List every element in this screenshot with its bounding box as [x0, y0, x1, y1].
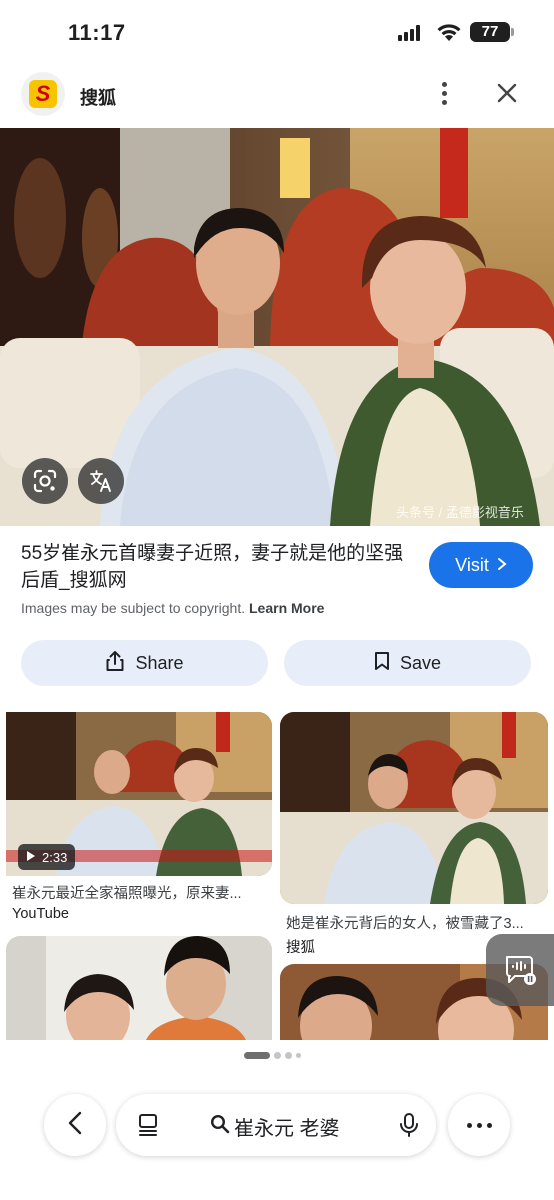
visit-label: Visit — [455, 554, 489, 575]
share-label: Share — [135, 652, 184, 673]
chevron-right-icon — [497, 555, 507, 576]
result-source[interactable]: 搜狐 — [286, 936, 315, 957]
tabs-icon[interactable] — [136, 1113, 160, 1142]
copyright-notice: Images may be subject to copyright. Lear… — [21, 600, 324, 616]
wifi-icon — [436, 22, 462, 47]
search-icon — [210, 1114, 230, 1140]
chevron-left-icon — [68, 1111, 82, 1140]
learn-more-link[interactable]: Learn More — [249, 600, 324, 616]
floating-audio-icon[interactable] — [486, 934, 554, 1006]
result-source[interactable]: YouTube — [12, 906, 69, 922]
battery-icon: 77 — [470, 22, 510, 42]
search-bar[interactable]: 崔永元 老婆 — [116, 1094, 436, 1156]
source-header: S 搜狐 — [0, 68, 554, 124]
visit-button[interactable]: Visit — [429, 542, 533, 588]
page-indicator — [244, 1052, 301, 1059]
more-options-icon[interactable] — [432, 78, 456, 108]
result-caption[interactable]: 崔永元最近全家福照曝光，原来妻... — [12, 882, 262, 903]
share-button[interactable]: Share — [21, 640, 268, 686]
related-result-thumbnail[interactable] — [280, 712, 548, 904]
microphone-icon[interactable] — [398, 1112, 420, 1143]
site-name[interactable]: 搜狐 — [80, 84, 116, 110]
status-bar: 11:17 77 — [0, 0, 554, 64]
battery-cap — [511, 28, 514, 36]
back-button[interactable] — [44, 1094, 106, 1156]
translate-icon[interactable] — [78, 458, 124, 504]
status-time: 11:17 — [68, 20, 126, 45]
image-watermark: 头条号 / 孟德影视音乐 — [396, 505, 524, 520]
close-icon[interactable] — [494, 80, 520, 111]
save-button[interactable]: Save — [284, 640, 531, 686]
video-duration-badge: 2:33 — [18, 844, 76, 870]
google-lens-icon[interactable] — [22, 458, 68, 504]
search-query-text: 崔永元 老婆 — [234, 1118, 340, 1140]
video-duration: 2:33 — [42, 849, 68, 865]
copyright-text: Images may be subject to copyright. — [21, 600, 246, 616]
play-icon — [26, 850, 36, 865]
image-title[interactable]: 55岁崔永元首曝妻子近照，妻子就是他的坚强后盾_搜狐网 — [21, 540, 411, 594]
sohu-logo-icon: S — [29, 80, 57, 108]
related-result-thumbnail[interactable] — [6, 936, 272, 1040]
share-icon — [105, 650, 125, 677]
result-caption[interactable]: 她是崔永元背后的女人，被雪藏了3... — [286, 912, 546, 933]
save-label: Save — [399, 652, 442, 673]
site-logo[interactable]: S — [21, 72, 65, 116]
more-options-icon[interactable] — [448, 1094, 510, 1156]
search-query-field[interactable]: 崔永元 老婆 — [210, 1112, 340, 1141]
cellular-signal-icon — [398, 25, 420, 41]
bookmark-icon — [374, 651, 390, 676]
